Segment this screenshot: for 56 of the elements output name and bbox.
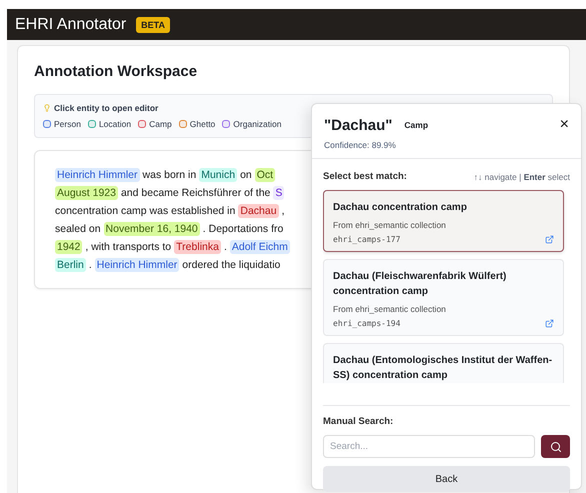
lightbulb-icon bbox=[43, 104, 51, 112]
entity-tag[interactable]: 1942 bbox=[55, 240, 82, 254]
workspace-title: Annotation Workspace bbox=[34, 63, 198, 80]
search-icon bbox=[550, 440, 562, 452]
entity-tag[interactable]: Munich bbox=[199, 168, 238, 182]
entity-title: "Dachau" bbox=[324, 116, 392, 134]
legend-label: Camp bbox=[149, 119, 172, 129]
entity-tag[interactable]: Dachau bbox=[238, 204, 279, 218]
document-text: , bbox=[282, 204, 284, 216]
close-button[interactable]: × bbox=[560, 116, 569, 134]
entity-tag[interactable]: Heinrich Himmler bbox=[94, 258, 180, 272]
external-link-icon[interactable] bbox=[545, 235, 554, 244]
legend-label: Organization bbox=[233, 119, 282, 129]
entity-tag[interactable]: Oct bbox=[254, 168, 276, 182]
legend-label: Location bbox=[98, 119, 132, 129]
entity-tag[interactable]: Heinrich Himmler bbox=[55, 168, 140, 182]
document-text: , with transports to bbox=[85, 240, 172, 252]
document-text: on bbox=[240, 168, 252, 180]
manual-search-label: Manual Search: bbox=[323, 416, 394, 427]
document-text: . bbox=[224, 240, 227, 252]
external-link-icon[interactable] bbox=[545, 319, 554, 328]
document-text: . Deportations fro bbox=[202, 222, 284, 234]
match-title: Dachau (Fleischwarenfabrik Wülfert) concentration camp bbox=[333, 270, 508, 299]
app-title: EHRI Annotator bbox=[15, 16, 126, 34]
match-title: Dachau (Entomologisches Institut der Waffen-SS) concentration camp bbox=[333, 354, 554, 383]
entity-type: Camp bbox=[404, 120, 428, 130]
document-text: . bbox=[88, 258, 92, 270]
document-text: concentration camp was established in bbox=[55, 204, 236, 216]
match-option[interactable]: Dachau concentration camp From ehri_semantic collection ehri_camps-177 bbox=[323, 190, 564, 252]
beta-badge: BETA bbox=[136, 16, 170, 32]
document-text: was born in bbox=[142, 168, 196, 180]
match-title: Dachau concentration camp bbox=[333, 201, 468, 215]
document-text: ordered the liquidatio bbox=[182, 258, 280, 270]
entity-tag[interactable]: S bbox=[273, 186, 284, 200]
match-option[interactable]: Dachau (Fleischwarenfabrik Wülfert) concentration camp From ehri_semantic collection ehri_camps-194 bbox=[323, 259, 564, 336]
entity-tag[interactable]: Treblinka bbox=[174, 240, 221, 254]
match-option[interactable]: Dachau (Entomologisches Institut der Waffen-SS) concentration camp bbox=[323, 343, 564, 383]
legend-label: Ghetto bbox=[190, 119, 216, 129]
document-text: sealed on bbox=[55, 222, 101, 234]
confidence-text: Confidence: 89.9% bbox=[324, 140, 397, 150]
search-button[interactable] bbox=[541, 435, 570, 458]
match-source: From ehri_semantic collection bbox=[333, 304, 447, 314]
legend-label: Person bbox=[54, 119, 81, 129]
document-text: and became Reichsführer of the bbox=[120, 186, 270, 198]
entity-tag[interactable]: August 1923 bbox=[55, 186, 118, 200]
match-list-label: Select best match: bbox=[323, 171, 407, 182]
search-field[interactable]: Search... bbox=[323, 435, 535, 458]
entity-tag[interactable]: Berlin bbox=[55, 258, 86, 272]
keyboard-hint: ↑↓ navigate | Enter select bbox=[474, 172, 570, 182]
match-id: ehri_camps-177 bbox=[333, 235, 400, 244]
hint-text: Click entity to open editor bbox=[54, 103, 158, 113]
match-source: From ehri_semantic collection bbox=[333, 220, 447, 230]
back-button[interactable]: Back bbox=[323, 466, 570, 492]
entity-tag[interactable]: November 16, 1940 bbox=[104, 222, 200, 236]
match-id: ehri_camps-194 bbox=[333, 319, 400, 328]
entity-tag[interactable]: Adolf Eichm bbox=[230, 240, 290, 254]
